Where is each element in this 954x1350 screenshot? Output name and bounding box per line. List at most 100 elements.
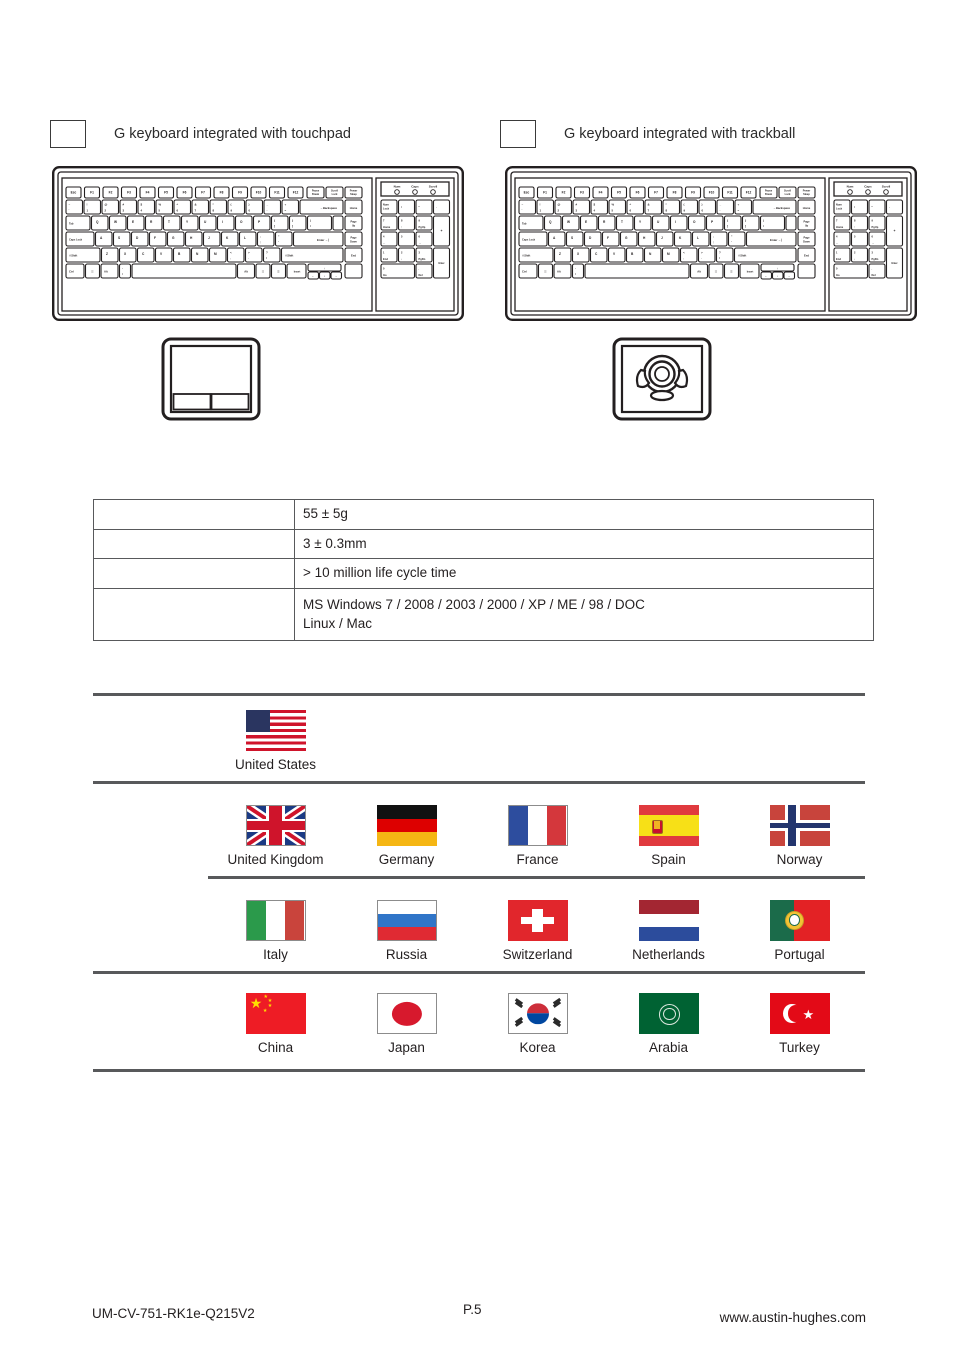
svg-text:←Backspace: ←Backspace	[320, 206, 337, 210]
flag-item-sa[interactable]: Arabia	[603, 993, 734, 1055]
flag-icon-pt	[769, 900, 830, 941]
option-header-touchpad: G keyboard integrated with touchpad	[50, 120, 351, 148]
flag-item-ru[interactable]: Russia	[341, 900, 472, 962]
svg-text:-: -	[436, 206, 437, 209]
flag-item-us[interactable]: United States	[210, 710, 341, 772]
svg-text:J: J	[661, 236, 663, 240]
svg-text:End: End	[804, 254, 809, 258]
svg-text:End: End	[351, 254, 356, 258]
flag-item-gb[interactable]: United Kingdom	[210, 805, 341, 867]
svg-text:→: →	[788, 274, 791, 278]
svg-text:+: +	[441, 229, 443, 233]
svg-text:PgUp: PgUp	[872, 225, 879, 229]
svg-text:?: ?	[719, 251, 721, 255]
svg-text:W: W	[114, 220, 117, 224]
svg-text:I: I	[222, 220, 223, 224]
flag-label-tr: Turkey	[779, 1040, 820, 1055]
svg-text:←Backspace: ←Backspace	[773, 206, 790, 210]
spec-label-cell	[93, 587, 295, 642]
svg-text:*: *	[419, 205, 420, 209]
svg-text:End: End	[383, 257, 388, 261]
svg-text:↑: ↑	[401, 226, 402, 229]
svg-text:Z: Z	[106, 252, 108, 256]
flag-label-nl: Netherlands	[632, 947, 705, 962]
svg-text:-: -	[889, 206, 890, 209]
flag-item-es[interactable]: Spain	[603, 805, 734, 867]
flag-item-tr[interactable]: ★ Turkey	[734, 993, 865, 1055]
flag-item-ch[interactable]: Switzerland	[472, 900, 603, 962]
svg-text:I: I	[675, 220, 676, 224]
svg-text:E: E	[585, 220, 587, 224]
svg-text:→: →	[872, 242, 875, 245]
svg-text:Esc: Esc	[71, 191, 77, 195]
flag-icon-ch	[507, 900, 568, 941]
svg-text:F8: F8	[673, 191, 677, 195]
svg-text:Down: Down	[350, 241, 357, 244]
svg-text:F11: F11	[274, 191, 280, 195]
svg-text:>: >	[701, 251, 703, 255]
svg-text:^: ^	[177, 203, 179, 207]
svg-text:&: &	[648, 203, 650, 207]
svg-text:F1: F1	[90, 191, 94, 195]
svg-text:Page: Page	[804, 237, 811, 240]
svg-text:F: F	[154, 236, 156, 240]
option-checkbox-touchpad[interactable]	[50, 120, 86, 148]
svg-text:Enter: Enter	[438, 262, 444, 265]
flag-item-jp[interactable]: Japan	[341, 993, 472, 1055]
divider-row2	[208, 876, 865, 879]
svg-text:]: ]	[745, 224, 746, 228]
svg-text:End: End	[836, 257, 841, 261]
svg-text:F8: F8	[220, 191, 224, 195]
flag-label-cn: China	[257, 1040, 294, 1055]
svg-text:←: ←	[383, 242, 386, 245]
keyboard-illustration-trackball: Esc F1 F2 F3 F4 F5 F6 F7 F8 F9 F10 F11 F12 Pause…	[505, 166, 917, 321]
flag-item-no[interactable]: Norway	[734, 805, 865, 867]
svg-text:←: ←	[312, 274, 315, 278]
svg-text:Alt: Alt	[697, 270, 701, 274]
svg-text:Up: Up	[352, 225, 356, 228]
svg-text:F11: F11	[727, 191, 733, 195]
svg-text:Caps Lock: Caps Lock	[522, 238, 536, 242]
flag-row-2: United Kingdom Germany France Spain Norw…	[210, 805, 865, 867]
svg-text:F2: F2	[562, 191, 566, 195]
svg-text:L: L	[244, 236, 246, 240]
flag-icon-ru	[376, 900, 437, 941]
svg-text:T: T	[621, 220, 623, 224]
svg-text:Z: Z	[559, 252, 561, 256]
svg-text:⇧Shift: ⇧Shift	[522, 254, 530, 258]
svg-text:@: @	[105, 203, 108, 207]
svg-text:Down: Down	[803, 241, 810, 244]
svg-text:→: →	[335, 274, 338, 278]
flag-item-cn[interactable]: ★ ★ ★ ★ ★ China	[210, 993, 341, 1055]
svg-text:Tab: Tab	[522, 222, 527, 226]
svg-text:F3: F3	[580, 191, 584, 195]
svg-text:~: ~	[69, 203, 71, 207]
flag-item-fr[interactable]: France	[472, 805, 603, 867]
divider-bottom	[93, 1069, 865, 1072]
svg-text:T: T	[168, 220, 170, 224]
flag-icon-de	[376, 805, 437, 846]
svg-text:Del: Del	[872, 273, 876, 277]
flag-label-es: Spain	[651, 852, 686, 867]
keyboard-illustration-touchpad: Num Caps Scroll	[52, 166, 464, 321]
option-checkbox-trackball[interactable]	[500, 120, 536, 148]
svg-text:!: !	[87, 203, 88, 207]
svg-text:⇧Shift: ⇧Shift	[738, 254, 746, 258]
flag-icon-fr	[507, 805, 568, 846]
flag-item-pt[interactable]: Portugal	[734, 900, 865, 962]
flag-icon-es	[638, 805, 699, 846]
flag-item-kr[interactable]: Korea	[472, 993, 603, 1055]
flag-item-it[interactable]: Italy	[210, 900, 341, 962]
svg-text:S: S	[118, 236, 120, 240]
svg-text:!: !	[540, 203, 541, 207]
flag-label-jp: Japan	[388, 1040, 425, 1055]
svg-text::: :	[260, 235, 261, 239]
svg-text:S: S	[571, 236, 573, 240]
spec-label-cell	[93, 528, 295, 560]
flag-icon-nl	[638, 900, 699, 941]
svg-text:<: <	[230, 251, 232, 255]
flag-item-de[interactable]: Germany	[341, 805, 472, 867]
svg-text:Lock: Lock	[836, 207, 843, 211]
svg-text:↑: ↑	[854, 226, 855, 229]
flag-item-nl[interactable]: Netherlands	[603, 900, 734, 962]
